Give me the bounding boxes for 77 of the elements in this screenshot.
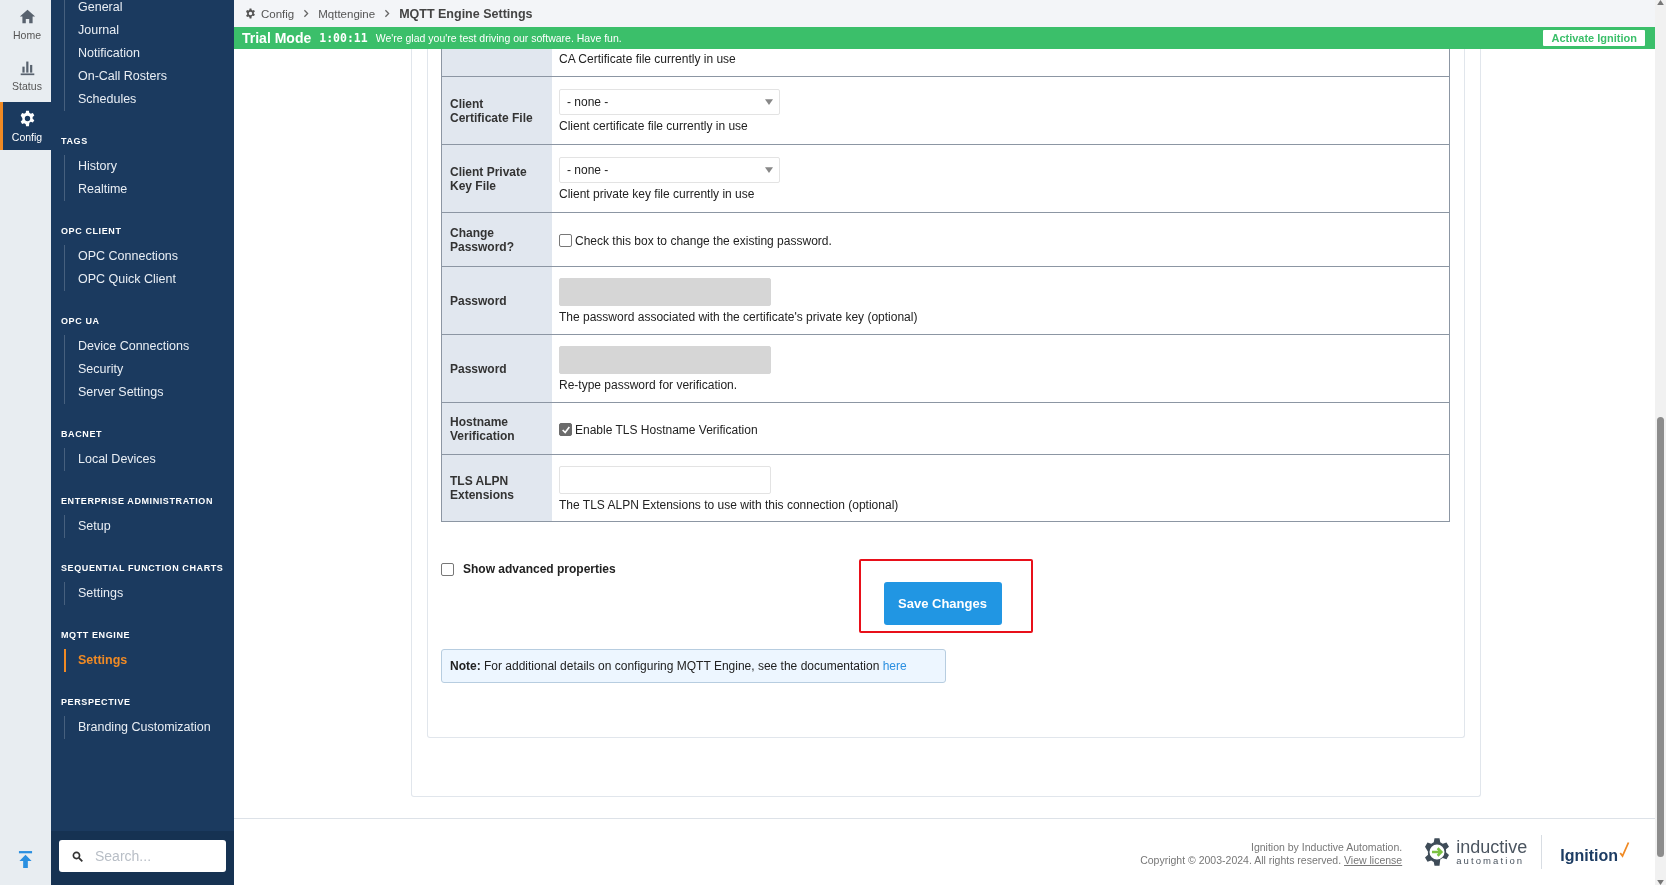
sidebar-item[interactable]: Server Settings [64,381,234,404]
sidebar-item[interactable]: General [64,0,234,19]
field-description: Client private key file currently in use [559,187,756,202]
upload-icon[interactable] [18,850,33,869]
field-description: The password associated with the certificate's private key (optional) [559,310,919,325]
rail-nav-item[interactable]: Status [0,51,51,99]
field-label: Client Certificate File [442,77,552,144]
checkbox[interactable] [441,562,454,576]
select-field[interactable]: - none - [559,157,780,183]
checkbox-label: Enable TLS Hostname Verification [575,422,758,437]
sidebar-item[interactable]: Settings [64,582,234,605]
trial-timer: 1:00:11 [319,31,368,45]
field-label: Change Password? [442,213,552,266]
gear-icon [245,8,256,19]
breadcrumb-current: MQTT Engine Settings [399,6,533,21]
sidebar-section-title: PERSPECTIVE [61,697,132,707]
trial-message: We're glad you're test driving our software. Have fun. [375,32,623,44]
sidebar-section-title: BACNET [61,429,104,439]
scroll-up-arrow-icon[interactable] [1657,0,1664,5]
sidebar-item[interactable]: Setup [64,515,234,538]
sidebar-item[interactable]: Local Devices [64,448,234,471]
sidebar-item[interactable]: Security [64,358,234,381]
trial-mode-title: Trial Mode [242,30,312,46]
caret-icon [765,166,773,174]
checkbox-label: Show advanced properties [463,562,616,576]
input-field[interactable] [559,465,771,494]
field-label: TLS ALPN Extensions [442,455,552,521]
sidebar-section-title: ENTERPRISE ADMINISTRATION [61,496,214,506]
product-logo-text: Ignition [1560,847,1618,865]
field-description: Client certificate file currently in use [559,119,749,134]
sidebar-item[interactable]: Schedules [64,88,234,111]
search-field[interactable]: Search... [59,840,226,872]
sidebar-item[interactable]: On-Call Rosters [64,65,234,88]
chevron-icon [383,9,392,18]
footer-copyright: Copyright © 2003-2024. All rights reserved. [1140,854,1343,866]
sidebar-item[interactable]: History [64,155,234,178]
checkmark-flourish-icon [1618,839,1630,861]
sidebar-item[interactable]: Journal [64,19,234,42]
field-label: Hostname Verification [442,403,552,454]
field-label: Password [442,267,552,334]
sidebar-item[interactable]: Realtime [64,178,234,201]
company-logo-subtext: automation [1456,856,1526,866]
field-description: Re-type password for verification. [559,378,739,393]
sidebar-item[interactable]: Branding Customization [64,716,234,739]
checkbox-label: Check this box to change the existing password. [575,233,832,248]
home-icon [17,8,37,25]
sidebar-item[interactable]: Notification [64,42,234,65]
checkmark-icon [560,424,571,435]
sidebar-item[interactable]: OPC Quick Client [64,268,234,291]
sidebar-item[interactable]: Device Connections [64,335,234,358]
company-logo-text: inductive [1456,838,1528,857]
rail-nav-item[interactable]: Home [0,0,51,48]
checkbox[interactable] [559,234,572,247]
select-field[interactable]: - none - [559,89,780,115]
chevron-icon [302,9,311,18]
breadcrumb-link[interactable]: Config [245,7,295,20]
checkbox[interactable] [559,423,572,436]
note-text: Note: For additional details on configuring MQTT Engine, see the documentation here [450,659,908,673]
scroll-down-arrow-icon[interactable] [1657,880,1664,885]
breadcrumb-link[interactable]: Mqttengine [318,7,376,20]
sidebar-section-title: SEQUENTIAL FUNCTION CHARTS [61,563,225,573]
sidebar-section-title: MQTT ENGINE [61,630,132,640]
sidebar-section-title: OPC CLIENT [61,226,123,236]
field-description: The TLS ALPN Extensions to use with this connection (optional) [559,497,900,513]
sidebar-section-title: TAGS [61,136,89,146]
search-icon [72,851,83,862]
bar-chart-icon [18,59,36,76]
license-link[interactable]: View license [1344,854,1403,866]
footer-credit: Ignition by Inductive Automation. [1250,841,1403,854]
field-label: Client Private Key File [442,145,552,212]
sidebar-item[interactable]: OPC Connections [64,245,234,268]
rail-nav-item[interactable]: Config [0,102,51,150]
field-description: CA Certificate file currently in use [559,52,737,67]
sidebar-section-title: OPC UA [61,316,101,326]
caret-icon [765,98,773,106]
scrollbar-thumb[interactable] [1657,417,1664,857]
field-label: Password [442,335,552,402]
